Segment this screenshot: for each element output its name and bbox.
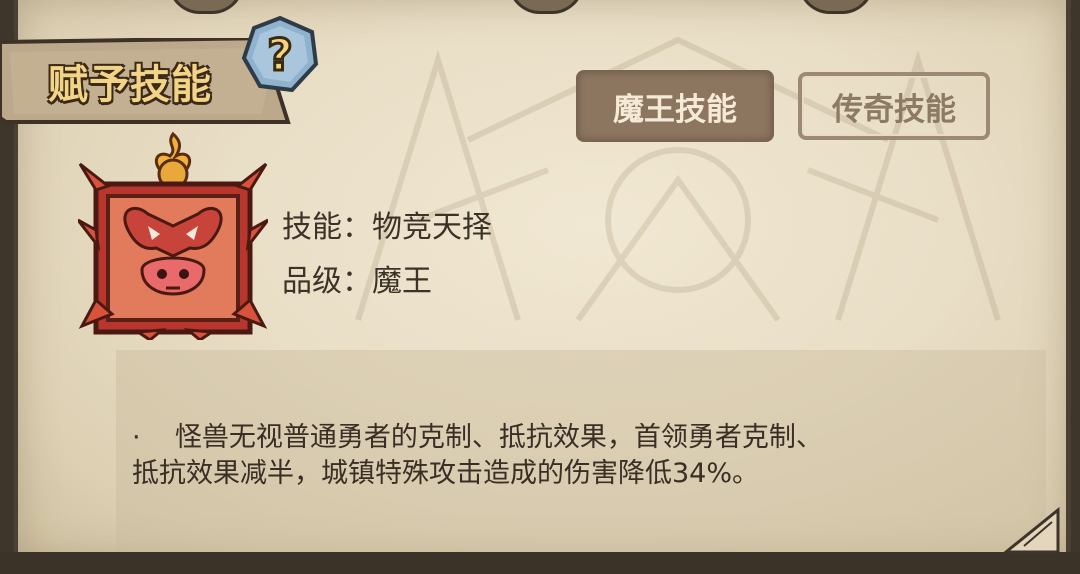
top-ornament-middle	[508, 0, 584, 14]
demon-ox-skill-icon[interactable]	[76, 130, 270, 342]
description-line: · 怪兽无视普通勇者的克制、抵抗效果，首领勇者克制、	[132, 422, 823, 453]
top-ornament-right	[798, 0, 874, 14]
top-ornament-left	[168, 0, 244, 14]
skill-description: · 怪兽无视普通勇者的克制、抵抗效果，首领勇者克制、 抵抗效果减半，城镇特殊攻击…	[132, 420, 952, 492]
corner-ornament	[1002, 506, 1060, 554]
tab-label: 魔王技能	[613, 91, 737, 128]
tab-legendary-skill[interactable]: 传奇技能	[798, 72, 990, 140]
tab-label: 传奇技能	[832, 91, 956, 128]
description-line: 抵抗效果减半，城镇特殊攻击造成的伤害降低34%。	[132, 458, 760, 489]
page-title: 赋予技能	[48, 62, 212, 108]
tab-demon-king-skill[interactable]: 魔王技能	[578, 72, 772, 140]
skill-grade: 品级：魔王	[282, 264, 432, 299]
skill-panel: 赋予技能 ? 魔王技能 传奇技能 技能：物竞天择 品级：魔王 · 怪兽无视普通勇…	[0, 0, 1080, 574]
skill-name: 技能：物竞天择	[282, 210, 492, 245]
question-mark-icon[interactable]: ?	[240, 14, 320, 94]
bottom-edge	[0, 552, 1080, 574]
svg-text:?: ?	[267, 30, 293, 81]
